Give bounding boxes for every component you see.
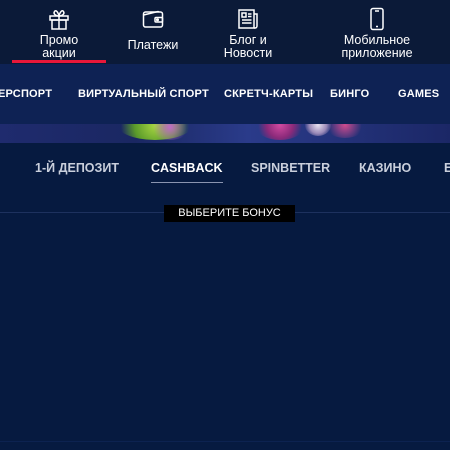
active-tab-indicator: [151, 182, 223, 183]
tab-spinbetter[interactable]: SPINBETTER: [251, 161, 330, 175]
news-icon: [235, 6, 261, 32]
sport-item-games[interactable]: GAMES: [398, 64, 439, 124]
banner-decoration: [325, 124, 365, 138]
nav-item-label: Платежи: [127, 38, 179, 52]
promo-banner: [0, 124, 450, 143]
top-navigation: Промо акции Платежи Блог и Новости Мобил…: [0, 0, 450, 64]
nav-item-mobile-app[interactable]: Мобильное приложение: [332, 0, 422, 64]
choose-bonus-button[interactable]: ВЫБЕРИТЕ БОНУС: [164, 205, 295, 222]
active-indicator: [12, 60, 106, 63]
nav-item-label: акции: [42, 46, 76, 60]
banner-decoration: [255, 124, 305, 140]
tab-casino[interactable]: КАЗИНО: [359, 161, 411, 175]
sport-item-bingo[interactable]: БИНГО: [330, 64, 369, 124]
bonus-tabs: 1-Й ДЕПОЗИТ CASHBACK SPINBETTER КАЗИНО Е: [0, 143, 450, 213]
tab-next[interactable]: Е: [444, 161, 450, 175]
gift-icon: [46, 6, 72, 32]
tab-label: CASHBACK: [151, 161, 223, 175]
sport-item-esports[interactable]: ЕРСПОРТ: [0, 64, 52, 124]
sports-navigation: ЕРСПОРТ ВИРТУАЛЬНЫЙ СПОРТ СКРЕТЧ-КАРТЫ Б…: [0, 64, 450, 124]
tab-first-deposit[interactable]: 1-Й ДЕПОЗИТ: [35, 161, 119, 175]
nav-item-promo[interactable]: Промо акции: [12, 0, 106, 64]
nav-item-payments[interactable]: Платежи: [116, 0, 190, 64]
nav-item-label: приложение: [341, 46, 413, 60]
bonus-content-area: [0, 214, 450, 450]
sport-item-virtual-sport[interactable]: ВИРТУАЛЬНЫЙ СПОРТ: [78, 64, 209, 124]
divider: [0, 441, 450, 442]
tab-cashback[interactable]: CASHBACK: [151, 161, 223, 183]
sport-item-scratch-cards[interactable]: СКРЕТЧ-КАРТЫ: [224, 64, 313, 124]
nav-item-label: Новости: [223, 46, 273, 60]
wallet-icon: [140, 6, 166, 32]
nav-item-blog[interactable]: Блог и Новости: [210, 0, 286, 64]
smartphone-icon: [364, 6, 390, 32]
